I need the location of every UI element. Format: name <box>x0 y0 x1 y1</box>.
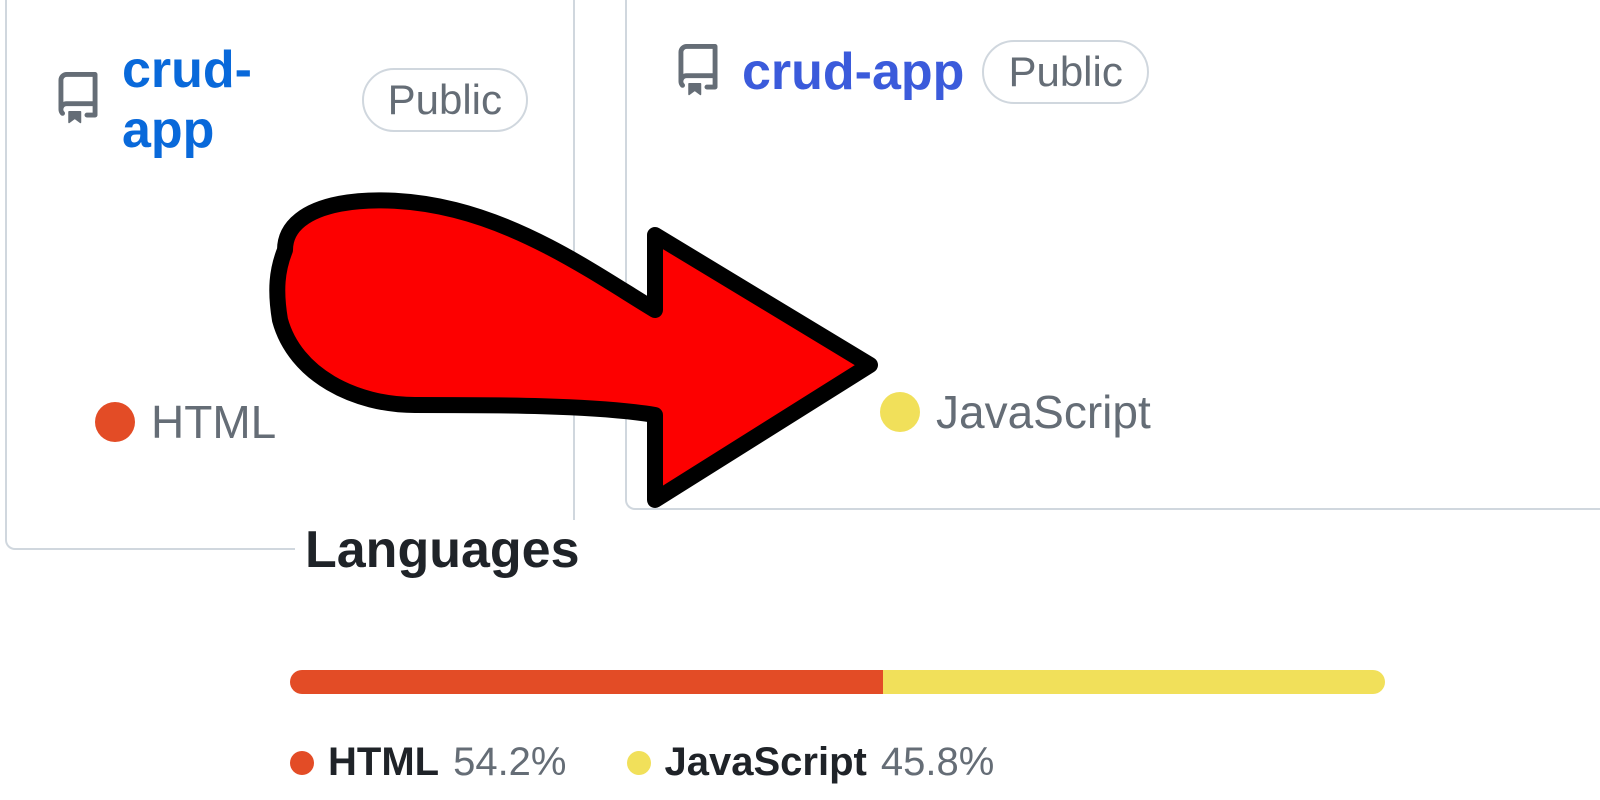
legend-item-js[interactable]: JavaScript 45.8% <box>627 740 995 785</box>
repo-name-link-right[interactable]: crud-app <box>742 42 964 102</box>
repo-header-right: crud-app Public <box>672 40 1555 104</box>
repo-icon <box>52 72 104 129</box>
progress-segment-js <box>883 670 1385 694</box>
legend-name-html: HTML <box>328 740 439 785</box>
legend-name-js: JavaScript <box>665 740 867 785</box>
repo-icon <box>672 44 724 101</box>
visibility-badge-right: Public <box>982 40 1148 104</box>
repo-name-link-left[interactable]: crud-app <box>122 40 344 160</box>
legend-dot-js-icon <box>627 751 651 775</box>
visibility-badge-left: Public <box>362 68 528 132</box>
languages-legend: HTML 54.2% JavaScript 45.8% <box>290 740 994 785</box>
language-dot-html-icon <box>95 402 135 442</box>
languages-heading: Languages <box>295 520 590 580</box>
legend-dot-html-icon <box>290 751 314 775</box>
legend-percent-html: 54.2% <box>453 740 566 785</box>
legend-percent-js: 45.8% <box>881 740 994 785</box>
progress-segment-html <box>290 670 883 694</box>
legend-item-html[interactable]: HTML 54.2% <box>290 740 567 785</box>
languages-progress-bar <box>290 670 1385 694</box>
primary-language-left: HTML <box>95 395 276 449</box>
repo-header-left: crud-app Public <box>52 40 528 160</box>
primary-language-right: JavaScript <box>880 385 1151 439</box>
arrow-annotation-icon <box>255 180 895 525</box>
language-label-right: JavaScript <box>936 385 1151 439</box>
